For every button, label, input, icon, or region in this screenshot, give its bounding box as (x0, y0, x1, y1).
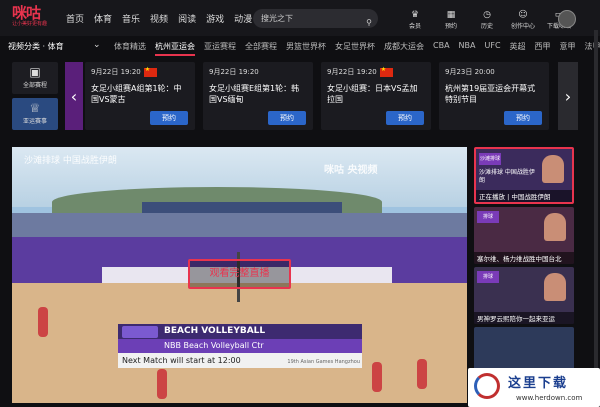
user-center-icon: ☺ (518, 10, 528, 20)
tab-sports-picks[interactable]: 体育精选 (114, 41, 146, 56)
nav-item-games[interactable]: 游戏 (206, 12, 224, 25)
creator-center-button[interactable]: ☺ 创作中心 (510, 9, 536, 30)
related-video-list: 沙滩排球 沙滩排球 中国战胜伊朗 正在播放 | 中国战胜伊朗 排球 塞尔维、杨力… (474, 147, 574, 403)
asian-games-logo-icon (122, 326, 158, 338)
lower-third-graphic: BEACH VOLLEYBALL NBB Beach Volleyball Ct… (118, 324, 362, 368)
reserve-button[interactable]: 预约 (150, 111, 188, 125)
search-input[interactable]: 搜光之下 ⚲ (253, 9, 378, 28)
nav-item-home[interactable]: 首页 (66, 12, 84, 25)
all-schedule-button[interactable]: ▣ 全部赛程 (12, 62, 58, 94)
tab-hangzhou-asian-games[interactable]: 杭州亚运会 (155, 41, 195, 56)
tab-all-schedule[interactable]: 全部赛程 (245, 41, 277, 56)
tab-premier-league[interactable]: 英超 (510, 41, 526, 56)
schedule-title: 女足小组赛E组第1轮：韩国VS缅甸 (209, 84, 300, 104)
player-thumbnail (544, 273, 566, 301)
related-video-item[interactable]: 沙滩排球 沙滩排球 中国战胜伊朗 正在播放 | 中国战胜伊朗 (474, 147, 574, 204)
tab-ufc[interactable]: UFC (485, 41, 501, 56)
chevron-down-icon[interactable]: ⌄ (93, 40, 101, 50)
nav-item-read[interactable]: 阅读 (178, 12, 196, 25)
chevron-right-icon: › (564, 86, 572, 106)
category-bar: 视频分类 · 体育 ⌄ 体育精选 杭州亚运会 亚运赛程 全部赛程 男篮世界杯 女… (0, 36, 600, 58)
search-icon[interactable]: ⚲ (366, 13, 372, 32)
asian-games-events-button[interactable]: ♕ 亚运赛事 (12, 98, 58, 130)
tab-cba[interactable]: CBA (433, 41, 450, 56)
history-button[interactable]: ◷ 历史 (474, 9, 500, 30)
nav-item-sports[interactable]: 体育 (94, 12, 112, 25)
nav-item-music[interactable]: 音乐 (122, 12, 140, 25)
player-thumbnail (544, 213, 566, 241)
related-video-item[interactable]: 排球 塞尔维、杨力维战胜中国台北 (474, 207, 574, 264)
schedule-title: 女足小组赛：日本VS孟加拉国 (327, 84, 418, 104)
migu-logo[interactable]: 咪咕 让小美好更有趣 (12, 6, 58, 30)
tab-nba[interactable]: NBA (459, 41, 476, 56)
toolbar: ♛会员 ▦预约 ◷历史 ☺创作中心 ▭下载咪咕 (402, 9, 572, 30)
vip-button[interactable]: ♛ 会员 (402, 9, 428, 30)
schedule-card[interactable]: 9月22日 19:20 女足小组赛A组第1轮：中国VS蒙古 预约 (85, 62, 195, 130)
china-flag-icon (143, 66, 157, 77)
watch-full-live-button[interactable]: 观看完整直播 (188, 259, 291, 289)
page-scrollbar[interactable] (594, 30, 598, 400)
history-icon: ◷ (483, 10, 491, 20)
tab-la-liga[interactable]: 西甲 (535, 41, 551, 56)
site-watermark: 这里下载 www.herdown.com (468, 368, 600, 407)
schedule-title: 女足小组赛A组第1轮：中国VS蒙古 (91, 84, 182, 104)
crown-icon: ♛ (410, 10, 420, 20)
schedule-card[interactable]: 9月23日 20:00 杭州第19届亚运会开幕式特别节目 预约 (439, 62, 549, 130)
tab-fiba-world-cup[interactable]: 男篮世界杯 (286, 41, 326, 56)
tab-chengdu-universiade[interactable]: 成都大运会 (384, 41, 424, 56)
avatar[interactable] (558, 10, 576, 28)
schedule-side-menu: ▣ 全部赛程 ♕ 亚运赛事 (12, 62, 58, 130)
nav-item-video[interactable]: 视频 (150, 12, 168, 25)
chevron-left-icon: ‹ (70, 86, 78, 106)
video-overlay-title: 沙滩排球 中国战胜伊朗 (24, 156, 117, 166)
schedule-next-button[interactable]: › (558, 62, 578, 130)
category-tabs: 体育精选 杭州亚运会 亚运赛程 全部赛程 男篮世界杯 女足世界杯 成都大运会 C… (114, 41, 600, 56)
main-nav: 首页 体育 音乐 视频 阅读 游戏 动漫 (66, 12, 252, 25)
site-logo-icon (474, 373, 500, 399)
reserve-button[interactable]: ▦ 预约 (438, 9, 464, 30)
schedule-card[interactable]: 9月22日 19:20 女足小组赛：日本VS孟加拉国 预约 (321, 62, 431, 130)
calendar-icon: ▦ (446, 10, 456, 20)
category-current[interactable]: 视频分类 · 体育 (8, 41, 64, 52)
top-bar: 咪咕 让小美好更有趣 首页 体育 音乐 视频 阅读 游戏 动漫 搜光之下 ⚲ ♛… (0, 0, 600, 36)
reserve-button[interactable]: 预约 (386, 111, 424, 125)
trophy-icon: ♕ (29, 101, 41, 115)
schedule-card[interactable]: 9月22日 19:20 女足小组赛E组第1轮：韩国VS缅甸 预约 (203, 62, 313, 130)
calendar-check-icon: ▣ (29, 65, 41, 79)
tab-womens-world-cup[interactable]: 女足世界杯 (335, 41, 375, 56)
player-thumbnail (542, 155, 564, 183)
schedule-title: 杭州第19届亚运会开幕式特别节目 (445, 84, 536, 104)
video-player[interactable]: 沙滩排球 中国战胜伊朗 咪咕 央视频 观看完整直播 BEACH VOLLEYBA… (12, 147, 467, 403)
schedule-prev-button[interactable]: ‹ (65, 62, 83, 130)
related-video-item[interactable]: 排球 男神罗云熙陪你一起来亚运 (474, 267, 574, 324)
tab-serie-a[interactable]: 意甲 (560, 41, 576, 56)
tab-asian-games-schedule[interactable]: 亚运赛程 (204, 41, 236, 56)
nav-item-anime[interactable]: 动漫 (234, 12, 252, 25)
broadcast-watermark: 咪咕 央视频 (324, 165, 378, 176)
reserve-button[interactable]: 预约 (504, 111, 542, 125)
china-flag-icon (379, 66, 393, 77)
reserve-button[interactable]: 预约 (268, 111, 306, 125)
